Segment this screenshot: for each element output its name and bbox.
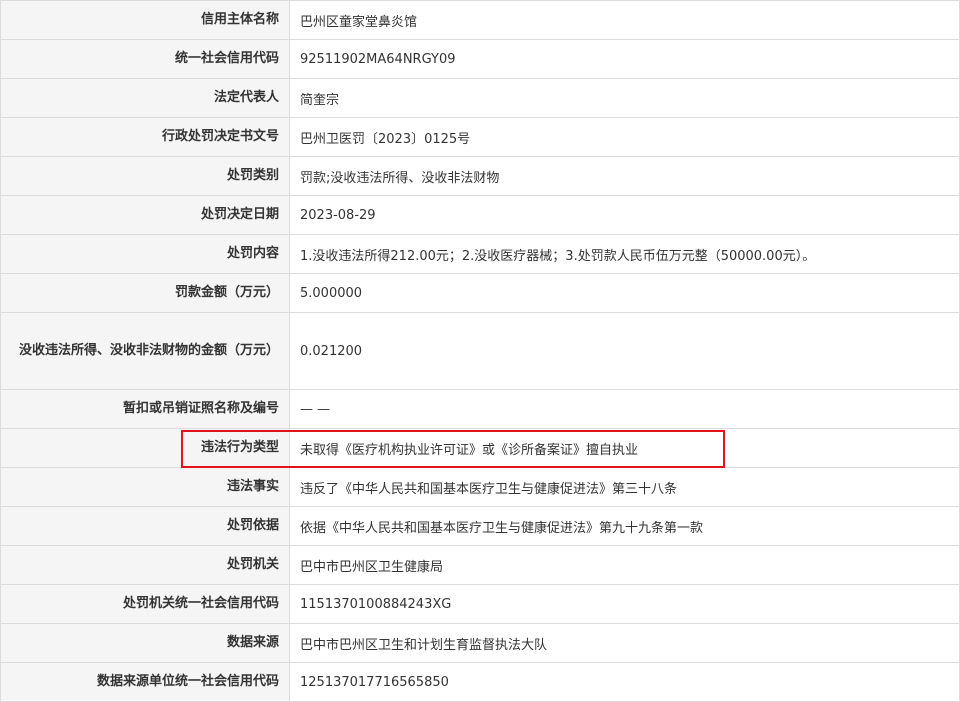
row-value: 0.021200 [289, 312, 960, 390]
row-label: 处罚类别 [0, 156, 290, 196]
row-value: — — [289, 389, 960, 429]
table-row: 违法事实 违反了《中华人民共和国基本医疗卫生与健康促进法》第三十八条 [0, 467, 960, 507]
table-row: 处罚机关统一社会信用代码 1151370100884243XG [0, 584, 960, 624]
row-label: 处罚决定日期 [0, 195, 290, 235]
row-value: 违反了《中华人民共和国基本医疗卫生与健康促进法》第三十八条 [289, 467, 960, 507]
row-label: 罚款金额（万元） [0, 273, 290, 313]
table-row: 统一社会信用代码 92511902MA64NRGY09 [0, 39, 960, 79]
table-row: 行政处罚决定书文号 巴州卫医罚〔2023〕0125号 [0, 117, 960, 157]
row-label: 行政处罚决定书文号 [0, 117, 290, 157]
row-label: 处罚机关统一社会信用代码 [0, 584, 290, 624]
row-label: 违法行为类型 [0, 428, 290, 468]
row-label: 没收违法所得、没收非法财物的金额（万元） [0, 312, 290, 390]
table-row: 处罚机关 巴中市巴州区卫生健康局 [0, 545, 960, 585]
row-value: 2023-08-29 [289, 195, 960, 235]
row-value: 125137017716565850 [289, 662, 960, 702]
table-row: 数据来源单位统一社会信用代码 125137017716565850 [0, 662, 960, 702]
row-label: 数据来源 [0, 623, 290, 663]
table-row: 没收违法所得、没收非法财物的金额（万元） 0.021200 [0, 312, 960, 390]
penalty-info-table: 信用主体名称 巴州区童家堂鼻炎馆 统一社会信用代码 92511902MA64NR… [0, 0, 960, 702]
row-value: 巴州区童家堂鼻炎馆 [289, 0, 960, 40]
row-value: 未取得《医疗机构执业许可证》或《诊所备案证》擅自执业 [289, 428, 960, 468]
row-label: 处罚机关 [0, 545, 290, 585]
row-value: 巴中市巴州区卫生健康局 [289, 545, 960, 585]
table-row: 处罚类别 罚款;没收违法所得、没收非法财物 [0, 156, 960, 196]
row-value: 1151370100884243XG [289, 584, 960, 624]
table-row: 处罚决定日期 2023-08-29 [0, 195, 960, 235]
row-value: 5.000000 [289, 273, 960, 313]
row-label: 处罚依据 [0, 506, 290, 546]
row-label: 违法事实 [0, 467, 290, 507]
row-label: 统一社会信用代码 [0, 39, 290, 79]
table-row-highlighted: 违法行为类型 未取得《医疗机构执业许可证》或《诊所备案证》擅自执业 [0, 428, 960, 468]
row-value: 92511902MA64NRGY09 [289, 39, 960, 79]
row-value: 依据《中华人民共和国基本医疗卫生与健康促进法》第九十九条第一款 [289, 506, 960, 546]
row-label: 信用主体名称 [0, 0, 290, 40]
row-label: 暂扣或吊销证照名称及编号 [0, 389, 290, 429]
table-row: 罚款金额（万元） 5.000000 [0, 273, 960, 313]
row-value: 罚款;没收违法所得、没收非法财物 [289, 156, 960, 196]
row-label: 法定代表人 [0, 78, 290, 118]
row-value: 简奎宗 [289, 78, 960, 118]
table-row: 暂扣或吊销证照名称及编号 — — [0, 389, 960, 429]
row-label: 数据来源单位统一社会信用代码 [0, 662, 290, 702]
table-row: 数据来源 巴中市巴州区卫生和计划生育监督执法大队 [0, 623, 960, 663]
row-value: 巴州卫医罚〔2023〕0125号 [289, 117, 960, 157]
row-value: 巴中市巴州区卫生和计划生育监督执法大队 [289, 623, 960, 663]
row-label: 处罚内容 [0, 234, 290, 274]
table-row: 处罚依据 依据《中华人民共和国基本医疗卫生与健康促进法》第九十九条第一款 [0, 506, 960, 546]
table-row: 处罚内容 1.没收违法所得212.00元；2.没收医疗器械；3.处罚款人民币伍万… [0, 234, 960, 274]
row-value: 1.没收违法所得212.00元；2.没收医疗器械；3.处罚款人民币伍万元整（50… [289, 234, 960, 274]
table-row: 信用主体名称 巴州区童家堂鼻炎馆 [0, 0, 960, 40]
table-row: 法定代表人 简奎宗 [0, 78, 960, 118]
